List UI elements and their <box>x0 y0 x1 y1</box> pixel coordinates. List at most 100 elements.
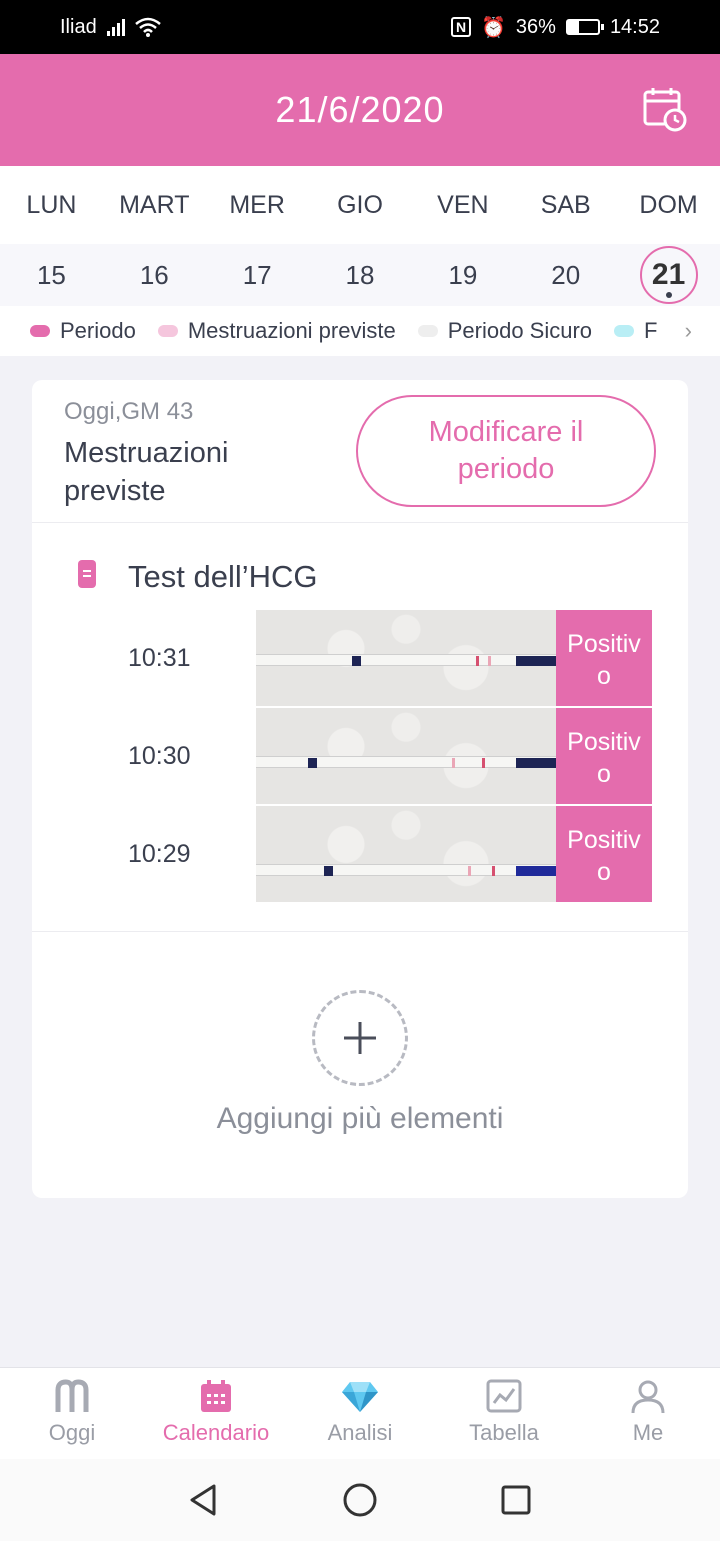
weekday-label: DOM <box>639 190 698 219</box>
section-title: Test dell’HCG <box>128 559 318 594</box>
strip-test-line <box>482 758 485 768</box>
carrier-name: Iliad <box>60 15 97 38</box>
status-left: Iliad <box>60 16 161 39</box>
photo-background <box>256 806 556 902</box>
battery-percent: 36% <box>515 15 556 38</box>
selected-date-label: 21 <box>651 258 686 291</box>
chart-icon <box>486 1379 522 1413</box>
strip-handle <box>324 866 333 876</box>
today-icon <box>55 1379 89 1412</box>
add-more-label[interactable]: Aggiungi più elementi <box>32 1102 688 1136</box>
plus-icon <box>344 1022 376 1054</box>
legend-item: Periodo <box>30 318 136 344</box>
legend-label: Periodo <box>60 318 136 343</box>
test-time: 10:31 <box>128 644 191 672</box>
weekday-label: MER <box>229 190 285 219</box>
nav-item-me[interactable]: Me <box>576 1368 720 1459</box>
selected-date-circle[interactable]: 21 <box>639 246 698 304</box>
status-bar: Iliad N ⏰ 36% 14:52 <box>0 0 720 54</box>
person-icon <box>631 1380 665 1414</box>
test-photo[interactable] <box>256 806 556 902</box>
document-icon <box>78 560 96 588</box>
battery-fill <box>567 21 579 33</box>
weekday-label: VEN <box>437 190 489 219</box>
legend-item: F <box>614 318 657 344</box>
test-row[interactable]: 10:31 Positivo <box>32 610 688 706</box>
legend-swatch <box>30 325 50 337</box>
nav-item-oggi[interactable]: Oggi <box>0 1368 144 1459</box>
weekday-row: LUN MART MER GIO VEN SAB DOM <box>0 166 720 244</box>
strip-end <box>516 758 556 768</box>
legend-swatch <box>417 325 438 337</box>
legend: Periodo Mestruazioni previste Periodo Si… <box>0 306 720 356</box>
nav-item-calendario[interactable]: Calendario <box>144 1368 288 1459</box>
legend-label: Mestruazioni previste <box>187 318 396 343</box>
weekday-label: MART <box>119 190 190 219</box>
test-row[interactable]: 10:30 Positivo <box>32 708 688 804</box>
weekday-label: GIO <box>337 190 383 219</box>
today-dot <box>665 292 672 298</box>
test-strip-image <box>256 864 556 876</box>
date-cell[interactable]: 19 <box>411 244 514 306</box>
add-more-section: Aggiungi più elementi <box>32 932 688 1198</box>
date-cell[interactable]: 16 <box>103 244 206 306</box>
bottom-nav: Oggi Calendario Analisi Tabella Me <box>0 1367 720 1459</box>
test-strip-image <box>256 756 556 768</box>
legend-item: Periodo Sicuro <box>417 318 593 344</box>
day-card: Oggi,GM 43 Mestruazioni previste Modific… <box>32 380 688 1198</box>
nav-label: Me <box>632 1420 664 1445</box>
date-cell-selected[interactable]: 21 <box>617 244 720 306</box>
nav-label: Oggi <box>48 1420 96 1445</box>
strip-handle <box>308 758 317 768</box>
strip-test-line <box>488 656 491 666</box>
nav-item-tabella[interactable]: Tabella <box>432 1368 576 1459</box>
legend-label: Periodo Sicuro <box>447 318 593 343</box>
strip-control-line <box>452 758 455 768</box>
date-cell[interactable]: 17 <box>206 244 309 306</box>
nav-item-analisi[interactable]: Analisi <box>288 1368 432 1459</box>
strip-test-line <box>492 866 495 876</box>
test-row[interactable]: 10:29 Positivo <box>32 806 688 902</box>
status-right: N ⏰ 36% 14:52 <box>451 15 660 40</box>
app-header: 21/6/2020 <box>0 54 720 166</box>
legend-swatch <box>157 325 178 337</box>
test-photo[interactable] <box>256 708 556 804</box>
period-status: Mestruazioni previste <box>64 437 229 507</box>
nav-label: Calendario <box>162 1420 270 1445</box>
test-photo[interactable] <box>256 610 556 706</box>
strip-end <box>516 866 556 876</box>
test-time: 10:30 <box>128 742 191 770</box>
nfc-icon: N <box>451 17 471 37</box>
chevron-right-icon[interactable]: › <box>685 318 692 344</box>
date-cell[interactable]: 20 <box>514 244 617 306</box>
legend-item: Mestruazioni previste <box>157 318 396 344</box>
edit-period-button[interactable]: Modificare il periodo <box>356 395 656 507</box>
test-result-badge: Positivo <box>556 806 652 902</box>
day-summary: Oggi,GM 43 Mestruazioni previste Modific… <box>32 380 688 523</box>
strip-control-line <box>468 866 471 876</box>
alarm-icon: ⏰ <box>481 16 506 39</box>
strip-control-line <box>476 656 479 666</box>
test-time: 10:29 <box>128 840 191 868</box>
cycle-day-label: Oggi,GM 43 <box>64 398 194 425</box>
clock: 14:52 <box>609 15 660 38</box>
date-cell[interactable]: 15 <box>0 244 103 306</box>
battery-icon <box>565 19 604 35</box>
date-cell[interactable]: 18 <box>309 244 412 306</box>
legend-label: F <box>644 318 658 343</box>
weekday-label: SAB <box>540 190 591 219</box>
legend-swatch <box>614 325 635 337</box>
system-nav-bar <box>0 1459 720 1541</box>
nav-label: Analisi <box>327 1420 393 1445</box>
test-strip-image <box>256 654 556 666</box>
test-result-badge: Positivo <box>556 610 652 706</box>
back-icon[interactable] <box>186 1482 222 1518</box>
diamond-icon <box>342 1382 378 1412</box>
calendar-clock-icon[interactable] <box>642 86 688 132</box>
add-button[interactable] <box>312 990 408 1086</box>
nav-label: Tabella <box>469 1420 539 1445</box>
hcg-test-section: Test dell’HCG 10:31 Positivo 10:30 Posit… <box>32 523 688 932</box>
home-icon[interactable] <box>342 1482 378 1518</box>
date-row: 15 16 17 18 19 20 21 <box>0 244 720 306</box>
recents-icon[interactable] <box>498 1482 534 1518</box>
